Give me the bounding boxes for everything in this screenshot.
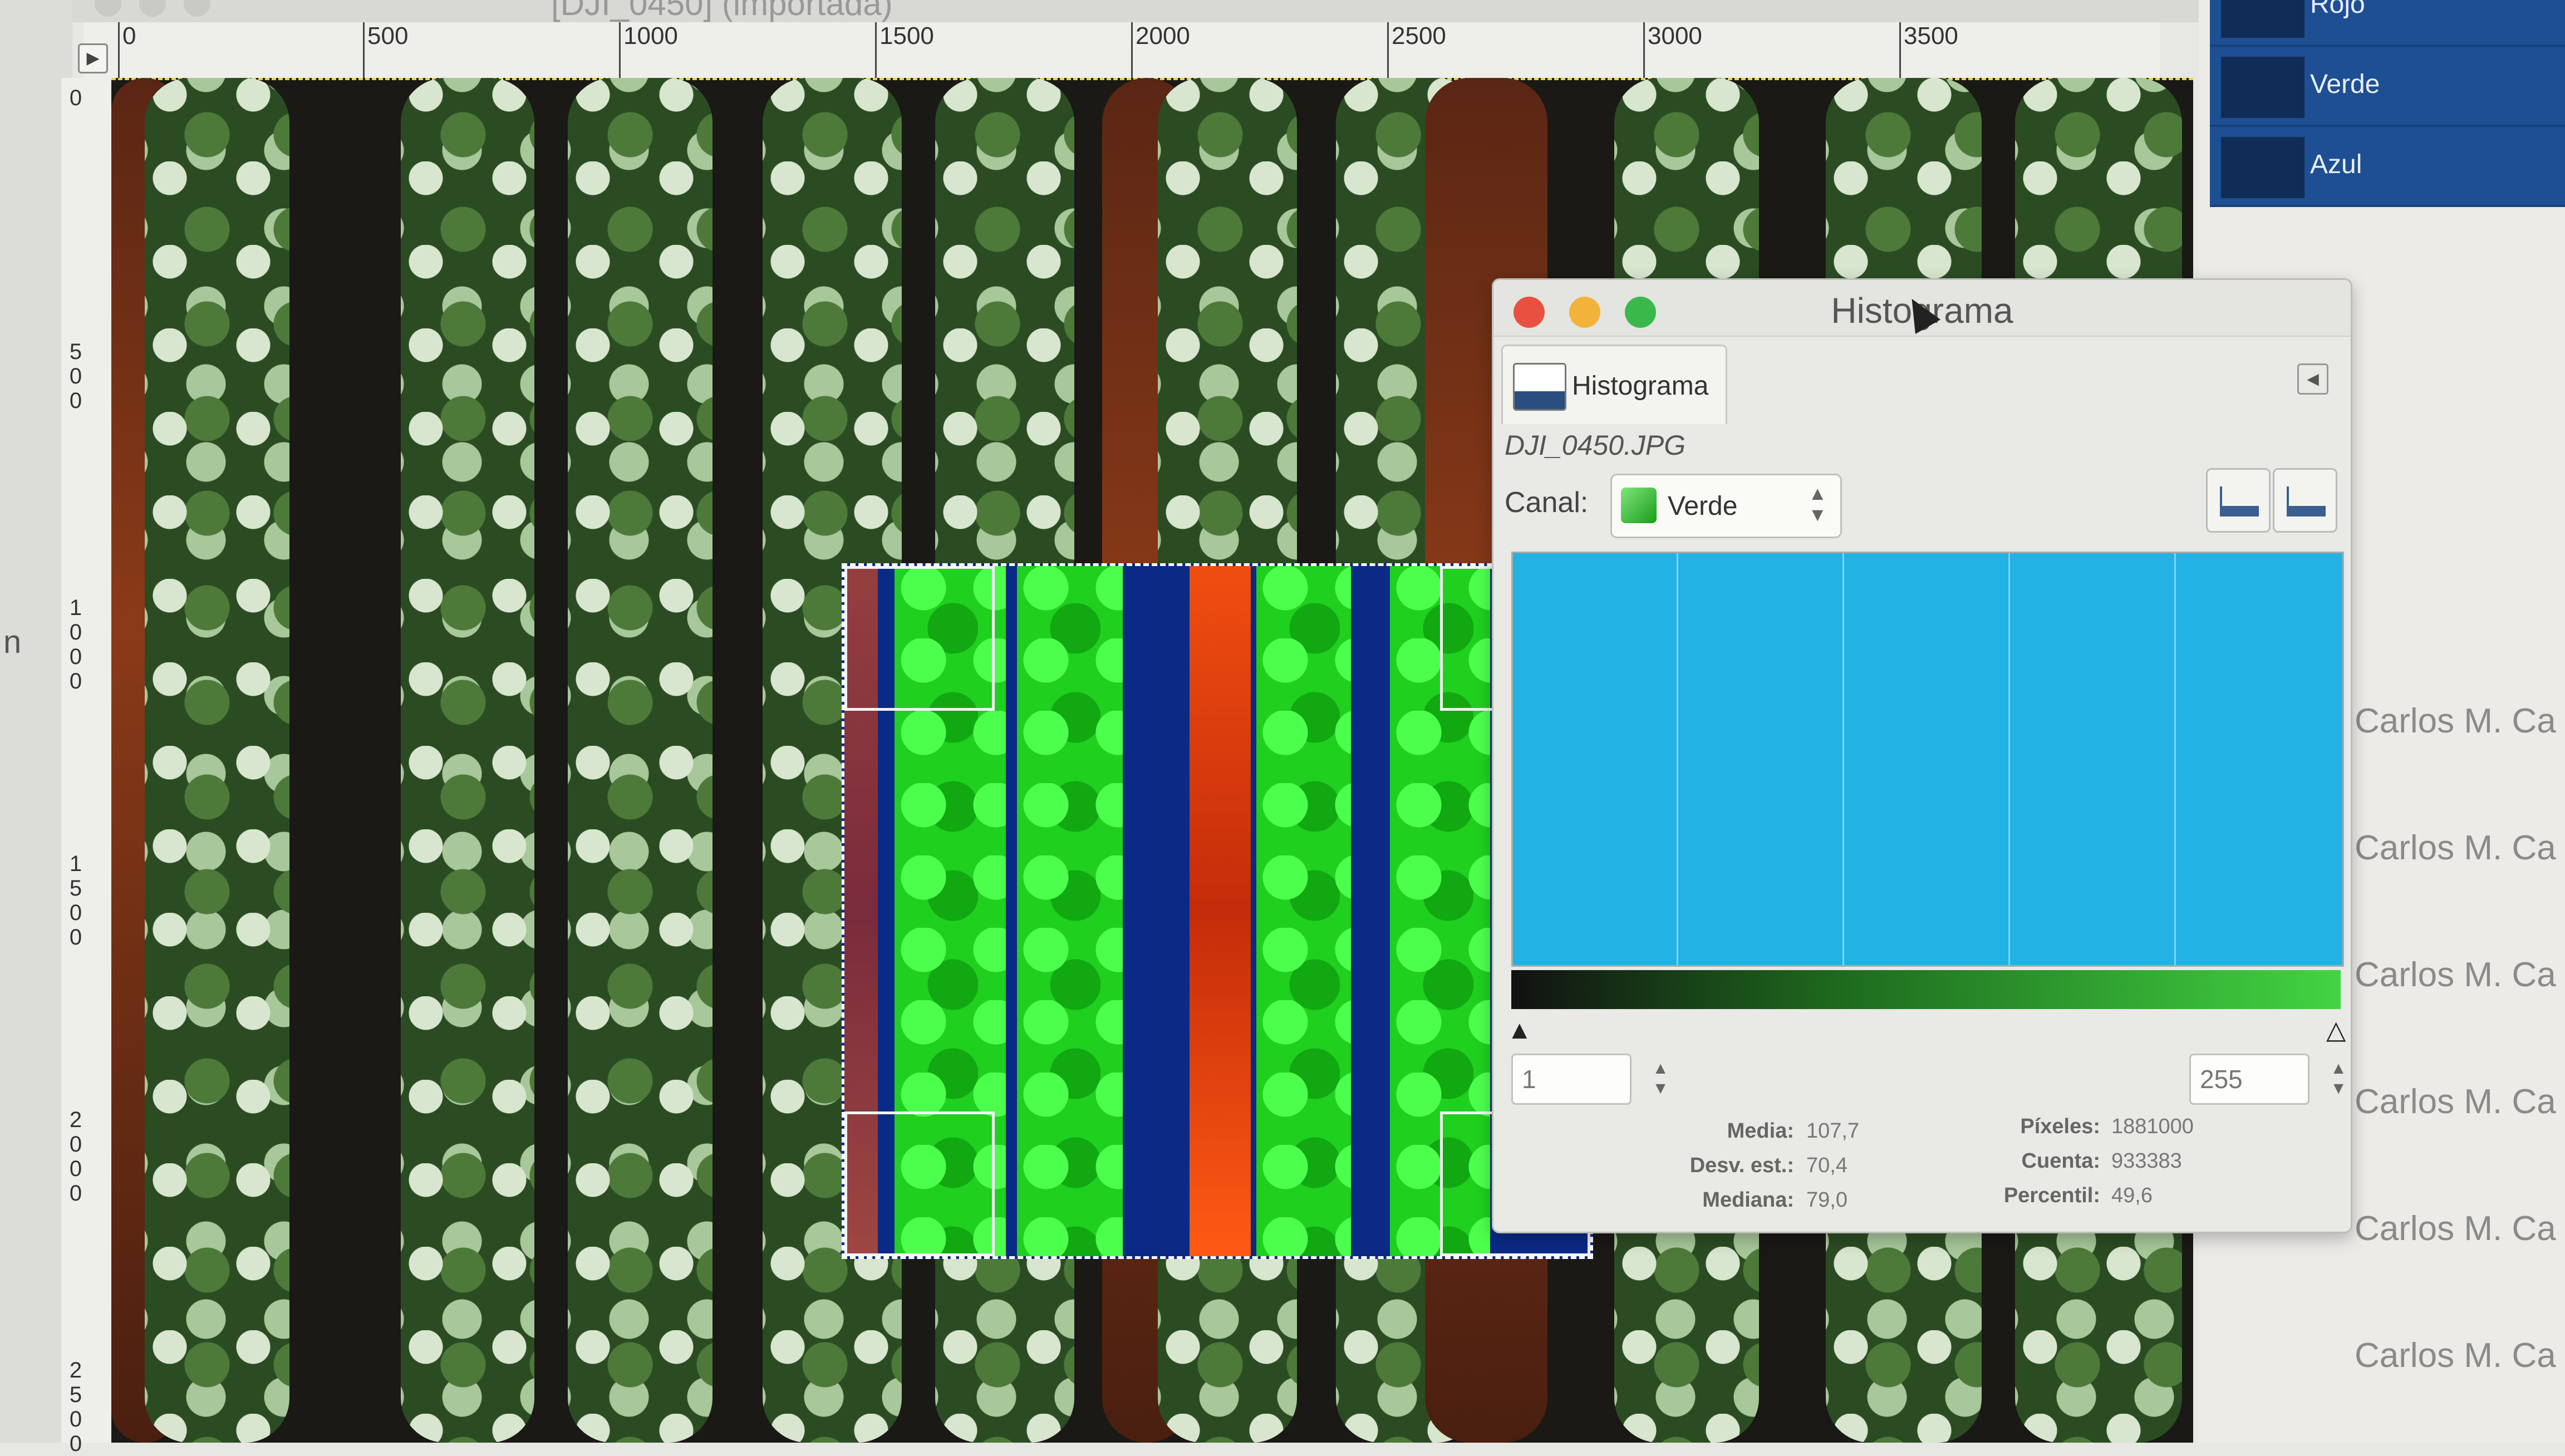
soil-region bbox=[1190, 566, 1251, 1256]
channel-row-blue[interactable]: Azul bbox=[2210, 127, 2565, 207]
vegetation-region bbox=[1017, 566, 1123, 1256]
ruler-tick: 3000 bbox=[1643, 22, 1702, 78]
image-filename: DJI_0450.JPG bbox=[1505, 430, 1686, 461]
image-window-titlebar: [DJI_0450] (importada) bbox=[72, 0, 2199, 22]
ruler-tick: 2500 bbox=[1387, 22, 1446, 78]
channel-label: Verde bbox=[2310, 70, 2380, 99]
ruler-tick: 1500 bbox=[69, 852, 82, 950]
channel-select-value: Verde bbox=[1668, 491, 1738, 521]
stat-value: 1881000 bbox=[2111, 1115, 2194, 1138]
spin-arrows-icon[interactable]: ▲ ▼ bbox=[1652, 1059, 1669, 1099]
stat-label: Cuenta: bbox=[2021, 1149, 2100, 1173]
plant-row bbox=[568, 78, 712, 1443]
ruler-tick: 2500 bbox=[69, 1358, 82, 1456]
stat-value: 49,6 bbox=[2111, 1184, 2153, 1207]
log-histogram-button[interactable] bbox=[2273, 468, 2337, 533]
range-max-input[interactable]: 255 ▲ ▼ bbox=[2189, 1054, 2347, 1105]
plant-row bbox=[401, 78, 534, 1443]
selection-handle[interactable] bbox=[844, 1111, 995, 1256]
channel-row-red[interactable]: Rojo bbox=[2210, 0, 2565, 47]
image-window-title: [DJI_0450] (importada) bbox=[551, 0, 893, 22]
stat-label: Desv. est.: bbox=[1689, 1154, 1794, 1177]
range-min-handle-icon[interactable]: ▲ bbox=[1507, 1015, 1532, 1045]
ruler-tick: 2000 bbox=[1131, 22, 1190, 78]
rectangle-selection[interactable] bbox=[842, 563, 1593, 1259]
range-min-input[interactable]: 1 ▲ ▼ bbox=[1511, 1054, 1669, 1105]
channel-label: Rojo bbox=[2310, 0, 2365, 19]
linear-histogram-icon bbox=[2220, 486, 2259, 517]
selection-handle[interactable] bbox=[844, 566, 995, 711]
list-item: Carlos M. Ca bbox=[2355, 829, 2556, 867]
vegetation-region bbox=[1256, 566, 1351, 1256]
gridline bbox=[2174, 553, 2176, 965]
gridline bbox=[2008, 553, 2010, 965]
cutoff-text: n bbox=[3, 624, 22, 660]
channel-label: Azul bbox=[2310, 150, 2362, 179]
spin-arrows-icon[interactable]: ▲ ▼ bbox=[2330, 1059, 2347, 1099]
list-item: Carlos M. Ca bbox=[2355, 1209, 2556, 1248]
tab-menu-icon[interactable]: ◀ bbox=[2297, 363, 2328, 395]
quick-mask-toggle-icon[interactable]: ▶ bbox=[78, 43, 108, 73]
stat-value: 933383 bbox=[2111, 1149, 2182, 1173]
close-dot-icon[interactable] bbox=[95, 0, 121, 17]
stat-label: Media: bbox=[1727, 1119, 1794, 1143]
ruler-tick: 1000 bbox=[619, 22, 678, 78]
minimize-dot-icon[interactable] bbox=[139, 0, 166, 17]
plant-row bbox=[145, 78, 289, 1443]
channel-thumbnail bbox=[2221, 57, 2304, 118]
histogram-icon bbox=[1513, 363, 1566, 411]
range-max-handle-icon[interactable]: △ bbox=[2326, 1015, 2346, 1045]
stat-value: 107,7 bbox=[1806, 1119, 1860, 1143]
ruler-tick: 0 bbox=[117, 22, 136, 78]
select-arrows-icon: ▲ ▼ bbox=[1808, 483, 1827, 525]
gridline bbox=[1842, 553, 1844, 965]
channel-thumbnail bbox=[2221, 137, 2304, 198]
range-min-value: 1 bbox=[1522, 1065, 1536, 1094]
channel-label: Canal: bbox=[1505, 486, 1589, 519]
log-histogram-icon bbox=[2287, 486, 2326, 517]
ruler-tick: 1000 bbox=[69, 596, 82, 693]
list-item: Carlos M. Ca bbox=[2355, 1336, 2556, 1375]
ruler-tick: 2000 bbox=[69, 1108, 82, 1206]
range-max-value: 255 bbox=[2200, 1065, 2243, 1094]
stat-value: 79,0 bbox=[1806, 1188, 1847, 1212]
ruler-tick: 500 bbox=[362, 22, 409, 78]
stat-value: 70,4 bbox=[1806, 1154, 1847, 1177]
ruler-tick: 3500 bbox=[1899, 22, 1958, 78]
histogram-dialog: Histograma Histograma ◀ DJI_0450.JPG Can… bbox=[1492, 278, 2352, 1233]
zoom-dot-icon[interactable] bbox=[184, 0, 210, 17]
stat-label: Percentil: bbox=[2003, 1184, 2100, 1207]
list-item: Carlos M. Ca bbox=[2355, 956, 2556, 994]
channel-row-green[interactable]: Verde bbox=[2210, 47, 2565, 127]
ruler-tick: 0 bbox=[69, 86, 82, 110]
stat-label: Píxeles: bbox=[2020, 1115, 2100, 1138]
channel-select[interactable]: Verde ▲ ▼ bbox=[1610, 474, 1842, 538]
ruler-tick: 500 bbox=[69, 340, 82, 413]
channel-thumbnail bbox=[2221, 0, 2304, 38]
tab-histogram[interactable]: Histograma bbox=[1501, 345, 1727, 424]
stat-label: Mediana: bbox=[1702, 1188, 1794, 1212]
list-item: Carlos M. Ca bbox=[2355, 1083, 2556, 1121]
gridline bbox=[1677, 553, 1678, 965]
green-channel-icon bbox=[1621, 488, 1657, 523]
dialog-titlebar[interactable]: Histograma bbox=[1493, 280, 2351, 337]
linear-histogram-button[interactable] bbox=[2206, 468, 2271, 533]
tab-label: Histograma bbox=[1572, 371, 1709, 401]
vertical-ruler[interactable]: 0 500 1000 1500 2000 2500 bbox=[61, 78, 112, 1456]
channels-panel: Rojo Verde Azul bbox=[2210, 0, 2565, 207]
list-item: Carlos M. Ca bbox=[2355, 702, 2556, 740]
ruler-tick: 1500 bbox=[875, 22, 934, 78]
value-gradient-bar bbox=[1511, 970, 2341, 1009]
horizontal-ruler[interactable]: 0 500 1000 1500 2000 2500 3000 3500 bbox=[83, 22, 2160, 79]
histogram-plot[interactable] bbox=[1511, 552, 2344, 967]
